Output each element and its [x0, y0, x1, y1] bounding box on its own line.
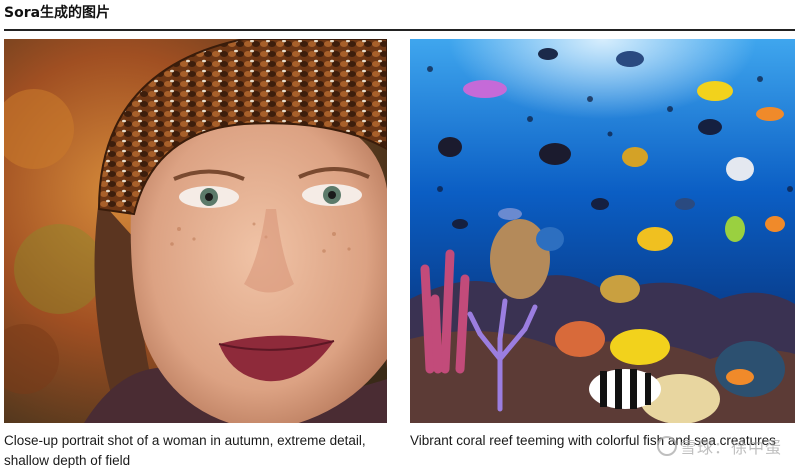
title-divider	[4, 29, 795, 31]
portrait-caption: Close-up portrait shot of a woman in aut…	[4, 433, 366, 468]
coral-reef-illustration	[410, 39, 795, 423]
snowball-logo-icon	[656, 436, 677, 456]
watermark-text: 雪球：徐中蛋	[679, 438, 782, 457]
document-page: Sora生成的图片 Close-up portrait shot of a wo…	[0, 0, 800, 470]
portrait-image	[4, 39, 387, 423]
section-title: Sora生成的图片	[4, 5, 111, 21]
watermark: 雪球：徐中蛋	[656, 434, 782, 458]
coral-reef-image	[410, 39, 795, 423]
portrait-illustration	[4, 39, 387, 423]
